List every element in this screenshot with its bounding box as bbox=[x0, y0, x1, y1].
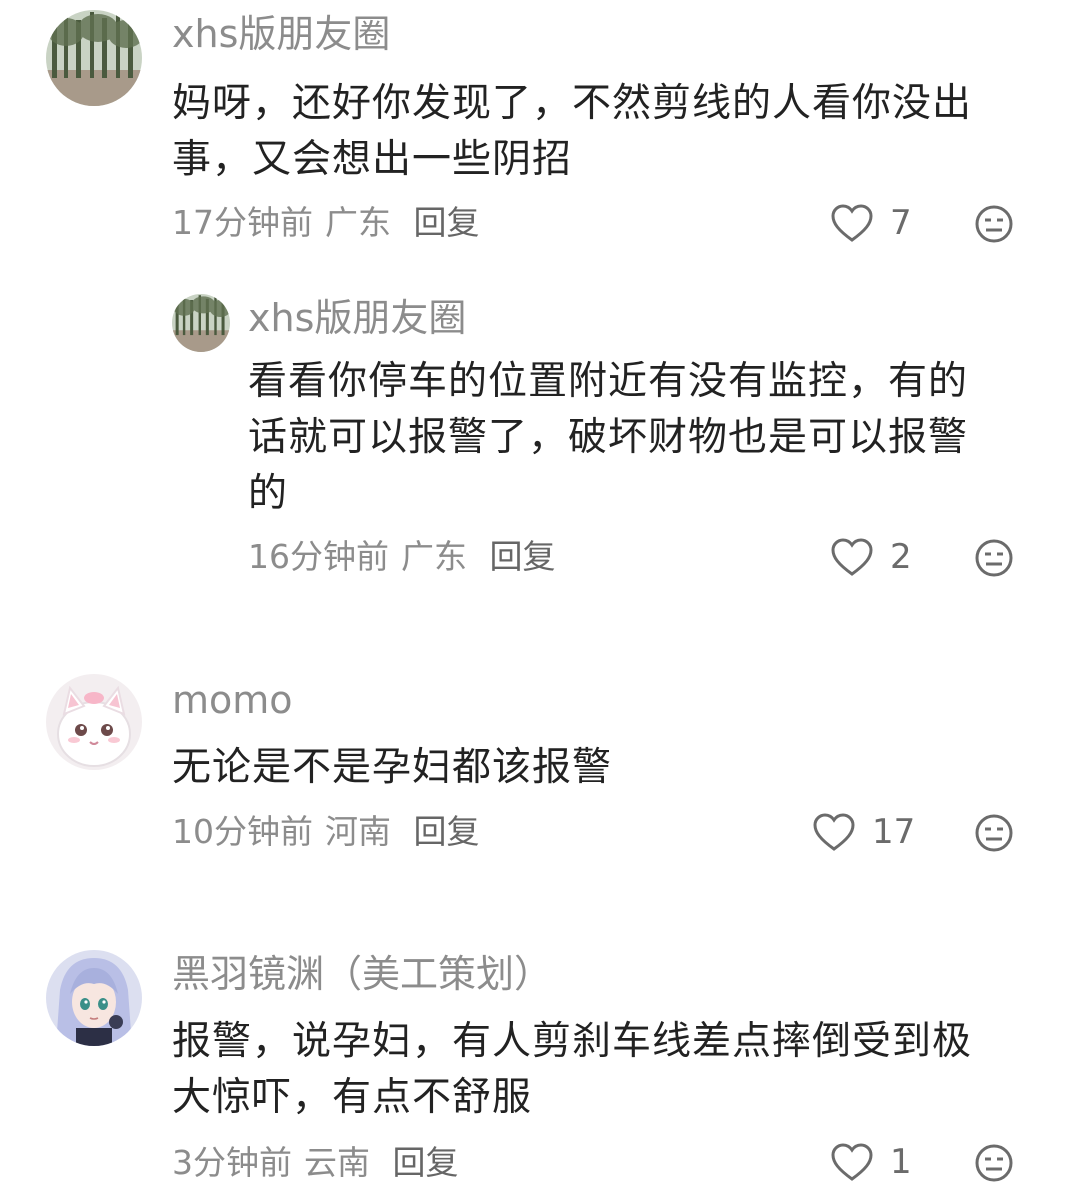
comment-location: 河南 bbox=[325, 812, 391, 851]
comment-time: 10分钟前 bbox=[172, 812, 313, 851]
meh-face-icon bbox=[975, 539, 1013, 577]
heart-outline-icon bbox=[831, 538, 873, 576]
comment-location: 云南 bbox=[304, 1143, 370, 1182]
avatar[interactable] bbox=[172, 294, 230, 352]
comment-text-line: 事，又会想出一些阴招 bbox=[172, 137, 573, 182]
reply-text-line: 的 bbox=[248, 471, 289, 516]
comment-author[interactable]: 黑羽镜渊（美工策划） bbox=[172, 952, 552, 996]
comment-meta: 10分钟前 河南 回复 bbox=[172, 812, 492, 852]
comment-text: 报警，说孕妇，有人剪刹车线差点摔倒受到极 大惊吓，有点不舒服 bbox=[172, 1014, 1032, 1126]
comment-time: 3分钟前 bbox=[172, 1143, 292, 1182]
comment-location: 广东 bbox=[325, 203, 391, 242]
heart-outline-icon bbox=[831, 204, 873, 242]
comment-text-line: 无论是不是孕妇都该报警 bbox=[172, 745, 613, 790]
meh-face-icon bbox=[975, 205, 1013, 243]
like-count: 17 bbox=[872, 812, 916, 852]
reply-author[interactable]: xhs版朋友圈 bbox=[248, 296, 466, 340]
comment-time: 17分钟前 bbox=[172, 203, 313, 242]
comment-meta: 3分钟前 云南 回复 bbox=[172, 1143, 471, 1183]
comment-text-line: 大惊吓，有点不舒服 bbox=[172, 1075, 533, 1120]
like-button[interactable]: 17 bbox=[812, 812, 915, 852]
reply-button[interactable]: 回复 bbox=[414, 812, 480, 851]
white-cat-avatar-icon bbox=[46, 674, 142, 770]
reply-text-line: 话就可以报警了，破坏财物也是可以报警 bbox=[248, 415, 969, 460]
reply-button[interactable]: 回复 bbox=[393, 1143, 459, 1182]
forest-avatar-icon bbox=[172, 294, 230, 352]
reply-time: 16分钟前 bbox=[248, 537, 389, 576]
reply-location: 广东 bbox=[401, 537, 467, 576]
like-count: 7 bbox=[890, 203, 912, 243]
heart-outline-icon bbox=[831, 1143, 873, 1181]
meh-face-icon bbox=[975, 814, 1013, 852]
comment-meta: 17分钟前 广东 回复 bbox=[172, 203, 492, 243]
reply-text: 看看你停车的位置附近有没有监控，有的 话就可以报警了，破坏财物也是可以报警 的 bbox=[248, 354, 1038, 522]
comment-text-line: 妈呀，还好你发现了，不然剪线的人看你没出 bbox=[172, 81, 973, 126]
heart-outline-icon bbox=[813, 813, 855, 851]
reply-button[interactable]: 回复 bbox=[490, 537, 556, 576]
anime-character-avatar-icon bbox=[46, 950, 142, 1046]
comment-author[interactable]: xhs版朋友圈 bbox=[172, 12, 390, 56]
avatar[interactable] bbox=[46, 950, 142, 1046]
comment-list: xhs版朋友圈 妈呀，还好你发现了，不然剪线的人看你没出 事，又会想出一些阴招 … bbox=[0, 0, 1080, 1194]
comment-text: 无论是不是孕妇都该报警 bbox=[172, 740, 1032, 796]
like-button[interactable]: 7 bbox=[830, 203, 912, 243]
meh-face-icon bbox=[975, 1144, 1013, 1182]
like-button[interactable]: 2 bbox=[830, 537, 912, 577]
like-count: 1 bbox=[890, 1142, 912, 1182]
comment-author[interactable]: momo bbox=[172, 678, 293, 722]
avatar[interactable] bbox=[46, 10, 142, 106]
like-count: 2 bbox=[890, 537, 912, 577]
reply-meta: 16分钟前 广东 回复 bbox=[248, 537, 568, 577]
avatar[interactable] bbox=[46, 674, 142, 770]
like-button[interactable]: 1 bbox=[830, 1142, 912, 1182]
reply-text-line: 看看你停车的位置附近有没有监控，有的 bbox=[248, 359, 969, 404]
dislike-button[interactable] bbox=[974, 204, 1014, 244]
dislike-button[interactable] bbox=[974, 538, 1014, 578]
forest-avatar-icon bbox=[46, 10, 142, 106]
reply-button[interactable]: 回复 bbox=[414, 203, 480, 242]
dislike-button[interactable] bbox=[974, 813, 1014, 853]
comment-text-line: 报警，说孕妇，有人剪刹车线差点摔倒受到极 bbox=[172, 1019, 973, 1064]
comment-text: 妈呀，还好你发现了，不然剪线的人看你没出 事，又会想出一些阴招 bbox=[172, 76, 1032, 188]
dislike-button[interactable] bbox=[974, 1143, 1014, 1183]
